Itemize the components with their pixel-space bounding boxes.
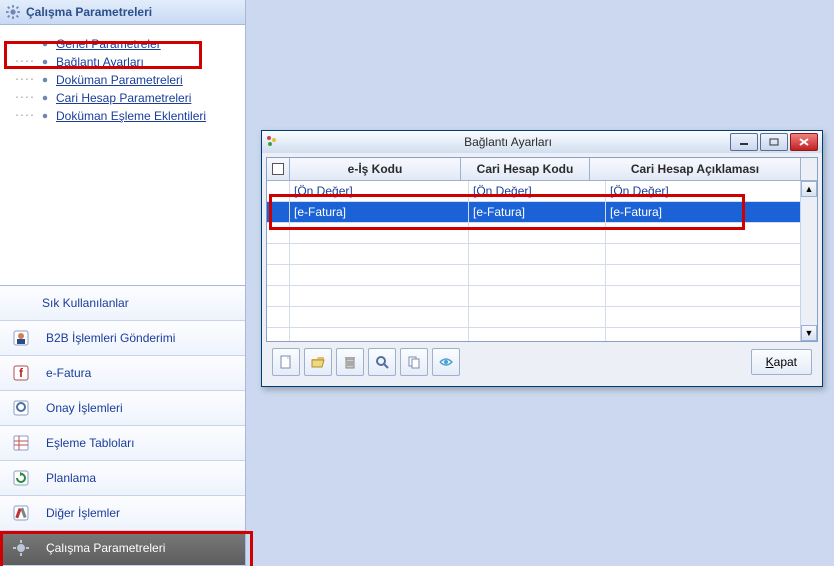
column-header-cari-kodu[interactable]: Cari Hesap Kodu xyxy=(461,158,590,180)
grid-empty-row[interactable] xyxy=(267,265,817,286)
maximize-button[interactable] xyxy=(760,133,788,151)
traffic-light-icon xyxy=(266,135,280,149)
gear-icon xyxy=(38,37,52,51)
delete-button[interactable] xyxy=(336,348,364,376)
tree-item-cari-hesap[interactable]: ···· Cari Hesap Parametreleri xyxy=(6,89,239,107)
sidebar-spacer xyxy=(0,131,245,285)
grid-filter-row[interactable]: [Ön Değer] [Ön Değer] [Ön Değer] xyxy=(267,181,817,202)
tree-item-dokuman-param[interactable]: ···· Doküman Parametreleri xyxy=(6,71,239,89)
scroll-up-icon[interactable]: ▲ xyxy=(801,181,817,197)
app-root: Çalışma Parametreleri ···· Genel Paramet… xyxy=(0,0,834,566)
grid-empty-row[interactable] xyxy=(267,244,817,265)
kapat-button[interactable]: Kapat xyxy=(751,349,812,375)
stamp-icon xyxy=(10,397,32,419)
nav-diger[interactable]: Diğer İşlemler xyxy=(0,496,245,531)
grid-empty-row[interactable] xyxy=(267,286,817,307)
nav-efatura[interactable]: f e-Fatura xyxy=(0,356,245,391)
workarea: Bağlantı Ayarları e-İş Kodu Cari Hesap K… xyxy=(246,0,834,566)
sidebar-nav: Sık Kullanılanlar B2B İşlemleri Gönderim… xyxy=(0,285,245,566)
sidebar: Çalışma Parametreleri ···· Genel Paramet… xyxy=(0,0,246,566)
gear-icon xyxy=(38,91,52,105)
efatura-icon: f xyxy=(10,362,32,384)
data-grid: e-İş Kodu Cari Hesap Kodu Cari Hesap Açı… xyxy=(266,157,818,342)
sidebar-header: Çalışma Parametreleri xyxy=(0,0,245,25)
sidebar-title: Çalışma Parametreleri xyxy=(26,5,152,19)
titlebar[interactable]: Bağlantı Ayarları xyxy=(262,131,822,153)
nav-esleme[interactable]: Eşleme Tabloları xyxy=(0,426,245,461)
table-icon xyxy=(10,432,32,454)
new-button[interactable] xyxy=(272,348,300,376)
window-buttons xyxy=(730,133,818,151)
minimize-button[interactable] xyxy=(730,133,758,151)
grid-empty-row[interactable] xyxy=(267,223,817,244)
tree-item-dokuman-esleme[interactable]: ···· Doküman Eşleme Eklentileri xyxy=(6,107,239,125)
person-icon xyxy=(10,327,32,349)
nav-onay[interactable]: Onay İşlemleri xyxy=(0,391,245,426)
grid-empty-row[interactable] xyxy=(267,328,817,341)
grid-empty-row[interactable] xyxy=(267,307,817,328)
gear-icon xyxy=(6,5,20,19)
grid-body: [Ön Değer] [Ön Değer] [Ön Değer] [e-Fatu… xyxy=(267,181,817,341)
window-title: Bağlantı Ayarları xyxy=(286,135,730,149)
grid-row-selected[interactable]: [e-Fatura] [e-Fatura] [e-Fatura] xyxy=(267,202,817,223)
window-toolbar: Kapat xyxy=(266,342,818,382)
copy-button[interactable] xyxy=(400,348,428,376)
column-header-cari-aciklama[interactable]: Cari Hesap Açıklaması xyxy=(590,158,801,180)
nav-b2b[interactable]: B2B İşlemleri Gönderimi xyxy=(0,321,245,356)
tree-item-baglanti[interactable]: ···· Bağlantı Ayarları xyxy=(6,53,239,71)
select-all-checkbox[interactable] xyxy=(267,158,290,180)
nav-calisma-parametreleri[interactable]: Çalışma Parametreleri xyxy=(0,531,245,566)
sidebar-tree: ···· Genel Parametreler ···· Bağlantı Ay… xyxy=(0,25,245,131)
tools-icon xyxy=(10,502,32,524)
gear-icon xyxy=(38,55,52,69)
scroll-down-icon[interactable]: ▼ xyxy=(801,325,817,341)
preview-button[interactable] xyxy=(432,348,460,376)
gear-icon xyxy=(10,537,32,559)
open-button[interactable] xyxy=(304,348,332,376)
search-button[interactable] xyxy=(368,348,396,376)
window-close-button[interactable] xyxy=(790,133,818,151)
vertical-scrollbar[interactable]: ▲ ▼ xyxy=(800,181,817,341)
nav-planlama[interactable]: Planlama xyxy=(0,461,245,496)
nav-sik-kullanilanlar[interactable]: Sık Kullanılanlar xyxy=(0,286,245,321)
grid-header: e-İş Kodu Cari Hesap Kodu Cari Hesap Açı… xyxy=(267,158,817,181)
inner-window: Bağlantı Ayarları e-İş Kodu Cari Hesap K… xyxy=(261,130,823,387)
column-header-eis[interactable]: e-İş Kodu xyxy=(290,158,461,180)
tree-item-genel[interactable]: ···· Genel Parametreler xyxy=(6,35,239,53)
refresh-icon xyxy=(10,467,32,489)
gear-icon xyxy=(38,109,52,123)
window-body: e-İş Kodu Cari Hesap Kodu Cari Hesap Açı… xyxy=(262,153,822,386)
gear-icon xyxy=(38,73,52,87)
